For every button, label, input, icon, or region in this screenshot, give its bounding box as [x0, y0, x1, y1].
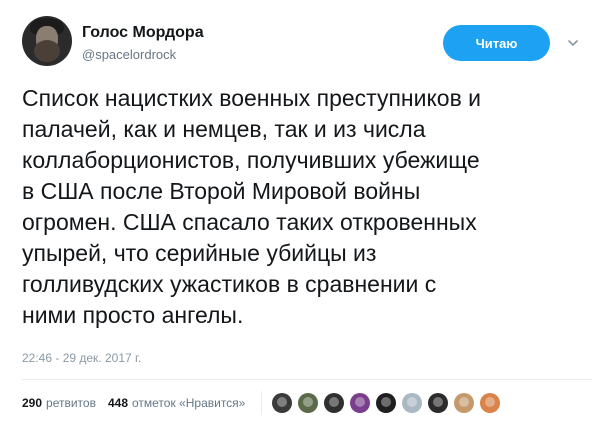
retweets-label[interactable]: ретвитов — [46, 396, 96, 410]
user-avatar-icon[interactable] — [402, 393, 423, 413]
user-avatar-icon[interactable] — [376, 393, 397, 413]
tweet-timestamp[interactable]: 22:46 - 29 дек. 2017 г. — [22, 351, 141, 365]
following-button[interactable]: Читаю — [443, 25, 550, 61]
divider — [22, 379, 592, 380]
retweets-count[interactable]: 290 — [22, 396, 42, 410]
user-avatar-icon[interactable] — [324, 393, 345, 413]
tweet-stats: 290 ретвитов 448 отметок «Нравится» — [22, 388, 506, 418]
user-avatar-icon[interactable] — [480, 393, 501, 413]
user-avatar-icon[interactable] — [298, 393, 319, 413]
user-avatar-icon[interactable] — [350, 393, 371, 413]
author-name[interactable]: Голос Мордора — [82, 24, 204, 42]
chevron-down-icon[interactable] — [566, 36, 580, 50]
user-avatar-icon[interactable] — [454, 393, 475, 413]
author-handle[interactable]: @spacelordrock — [82, 47, 176, 62]
liker-avatars — [272, 393, 506, 413]
user-avatar-icon[interactable] — [272, 393, 293, 413]
stats-separator — [261, 391, 263, 415]
author-avatar[interactable] — [22, 16, 72, 66]
tweet-text: Список нацистких военных преступников и … — [22, 85, 482, 328]
likes-label[interactable]: отметок «Нравится» — [132, 396, 245, 410]
likes-count[interactable]: 448 — [108, 396, 128, 410]
chevron-down-icon-svg — [568, 40, 578, 46]
user-avatar-icon[interactable] — [428, 393, 449, 413]
avatar-beard — [34, 40, 60, 62]
